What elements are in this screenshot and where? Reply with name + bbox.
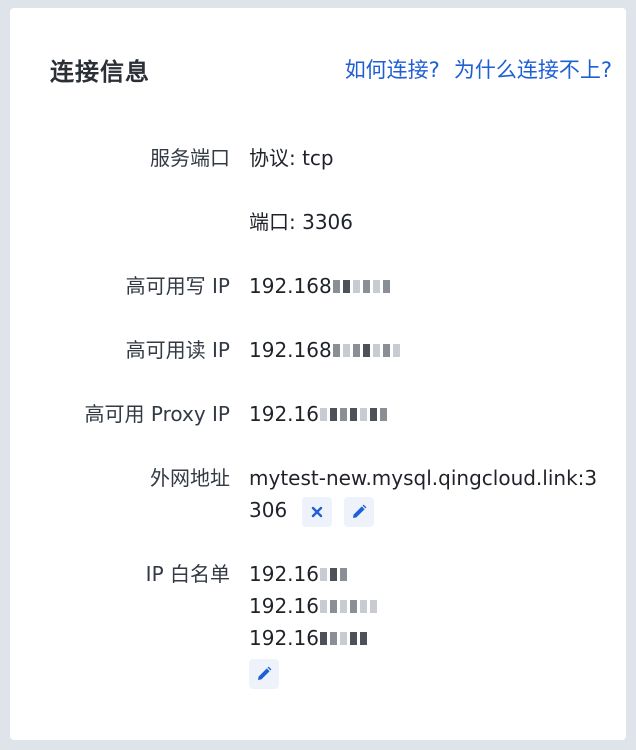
ip-whitelist-values: 192.16 192.16 192.16: [249, 558, 599, 689]
ip-whitelist-label: IP 白名单: [145, 562, 230, 586]
section-title: 连接信息: [50, 58, 150, 86]
ha-proxy-ip-text: 192.16: [249, 402, 319, 426]
connection-info-card: 连接信息 如何连接? 为什么连接不上? 服务端口 协议: tcp 端口: 3306…: [10, 8, 626, 740]
redacted-mask: [319, 631, 370, 645]
list-item: 192.16: [249, 622, 599, 654]
ha-proxy-ip-label: 高可用 Proxy IP: [84, 402, 230, 426]
protocol-value: 协议: tcp: [249, 146, 334, 170]
ha-proxy-ip-value: 192.16: [249, 398, 599, 430]
why-cant-connect-link[interactable]: 为什么连接不上?: [454, 58, 612, 82]
how-to-connect-link[interactable]: 如何连接?: [345, 58, 440, 82]
ha-write-ip-value: 192.168: [249, 270, 599, 302]
list-item: 192.16: [249, 558, 599, 590]
ha-read-ip-label: 高可用读 IP: [125, 338, 230, 362]
close-icon[interactable]: [301, 496, 332, 527]
pencil-icon[interactable]: [343, 496, 374, 527]
ha-read-ip-value: 192.168: [249, 334, 599, 366]
ha-write-ip-label: 高可用写 IP: [125, 274, 230, 298]
redacted-mask: [332, 279, 393, 293]
redacted-mask: [319, 567, 350, 581]
help-links: 如何连接? 为什么连接不上?: [345, 54, 612, 84]
port-value: 端口: 3306: [249, 210, 353, 234]
service-port-label: 服务端口: [150, 146, 230, 170]
list-item: 192.16: [249, 590, 599, 622]
pencil-icon[interactable]: [249, 658, 279, 689]
ha-write-ip-text: 192.168: [249, 274, 332, 298]
redacted-mask: [319, 599, 380, 613]
redacted-mask: [332, 343, 403, 357]
redacted-mask: [319, 407, 390, 421]
ha-read-ip-text: 192.168: [249, 338, 332, 362]
public-network-label: 外网地址: [150, 466, 230, 490]
public-network-value: mytest-new.mysql.qingcloud.link:3306: [249, 462, 599, 527]
